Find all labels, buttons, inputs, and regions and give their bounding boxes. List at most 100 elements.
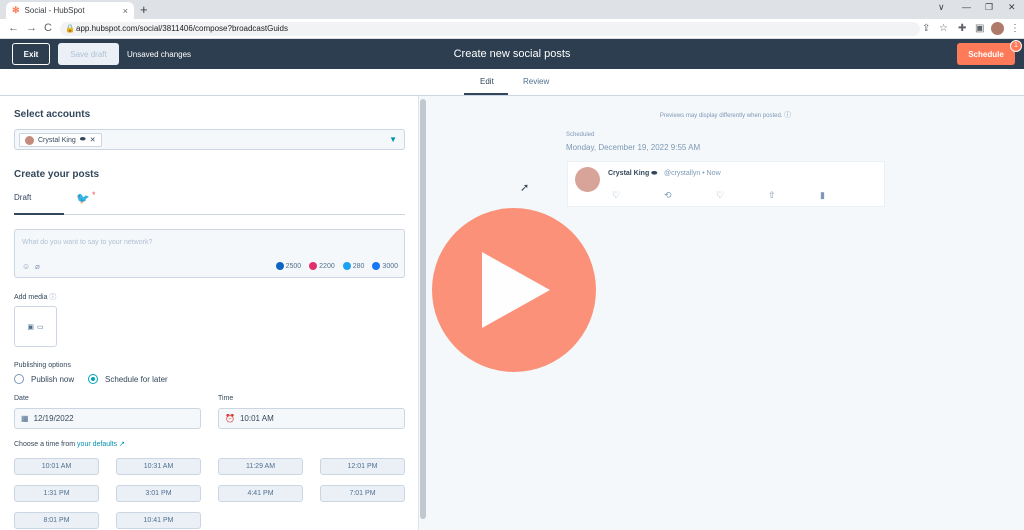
account-name: Crystal King <box>38 136 76 144</box>
tweet-author: Crystal King ⬬ <box>608 170 658 177</box>
preview-note: Previews may display differently when po… <box>659 112 792 119</box>
page-title: Create new social posts <box>453 48 571 60</box>
profile-avatar[interactable] <box>991 22 1004 35</box>
twitter-counter: 280 <box>342 262 364 270</box>
minimize-button[interactable]: — <box>962 2 971 12</box>
restore-button[interactable]: ❐ <box>985 2 993 13</box>
accounts-select[interactable]: Crystal King ⬬ ✕ ▼ <box>14 129 405 150</box>
publish-now-radio[interactable] <box>14 374 24 384</box>
time-chip[interactable]: 7:01 PM <box>320 485 405 502</box>
calendar-icon: ▦ <box>21 414 29 423</box>
twitter-icon[interactable]: 🐦 <box>76 192 90 205</box>
video-play-button[interactable] <box>432 208 596 372</box>
tweet-handle: @crystallyn • Now <box>664 170 721 177</box>
tab-close-icon[interactable]: × <box>123 6 128 16</box>
time-chip[interactable]: 10:31 AM <box>116 458 201 475</box>
view-tabs: Edit Review <box>0 69 1024 96</box>
instagram-counter: 2200 <box>309 262 335 270</box>
account-tag: Crystal King ⬬ ✕ <box>19 133 102 147</box>
linkedin-icon <box>275 262 284 270</box>
emoji-icon[interactable]: ☺ <box>22 262 30 271</box>
time-chip[interactable]: 10:01 AM <box>14 458 99 475</box>
composer-header: Exit Save draft Unsaved changes Create n… <box>0 39 1024 69</box>
browser-toolbar: ← → C 🔒 app.hubspot.com/social/3811406/c… <box>0 19 1024 39</box>
play-icon <box>482 252 550 328</box>
reply-icon: ♡ <box>612 190 621 200</box>
address-bar[interactable]: 🔒 app.hubspot.com/social/3811406/compose… <box>60 22 920 36</box>
date-label: Date <box>14 395 29 402</box>
editor-scrollbar[interactable] <box>418 96 427 530</box>
post-tab-indicator <box>14 213 64 215</box>
schedule-later-label[interactable]: Schedule for later <box>105 375 168 384</box>
time-chip[interactable]: 12:01 PM <box>320 458 405 475</box>
schedule-button[interactable]: Schedule <box>957 43 1015 65</box>
defaults-hint: Choose a time from your defaults ↗ <box>14 441 125 448</box>
time-chip[interactable]: 1:31 PM <box>14 485 99 502</box>
date-value: 12/19/2022 <box>33 414 74 423</box>
instagram-icon <box>309 262 318 270</box>
chevron-down-icon[interactable]: ▼ <box>389 135 397 144</box>
clock-icon: ⏰ <box>225 414 235 423</box>
post-tabs-divider <box>14 214 405 215</box>
reload-button[interactable]: C <box>44 22 52 34</box>
time-chip[interactable]: 10:41 PM <box>116 512 201 529</box>
publish-now-label[interactable]: Publish now <box>31 375 74 384</box>
active-tab-indicator <box>464 93 508 95</box>
date-field[interactable]: ▦ 12/19/2022 <box>14 408 201 429</box>
like-icon: ♡ <box>716 190 725 200</box>
new-tab-button[interactable]: + <box>140 2 148 17</box>
tab-search-icon[interactable]: ∨ <box>938 2 945 13</box>
tab-draft[interactable]: Draft <box>14 193 31 202</box>
time-label: Time <box>218 395 234 402</box>
schedule-later-radio[interactable] <box>88 374 98 384</box>
time-chip[interactable]: 3:01 PM <box>116 485 201 502</box>
bookmark-star-icon[interactable]: ☆ <box>939 23 948 34</box>
share-icon[interactable]: ⇪ <box>922 23 930 34</box>
browser-tab[interactable]: ✻ Social - HubSpot × <box>6 2 134 19</box>
side-panel-icon[interactable]: ▣ <box>975 23 984 34</box>
linkedin-counter: 2500 <box>275 262 301 270</box>
time-field[interactable]: ⏰ 10:01 AM <box>218 408 405 429</box>
retweet-icon: ⟲ <box>664 190 672 200</box>
twitter-counter-icon <box>342 262 351 270</box>
chrome-menu-icon[interactable]: ⋮ <box>1010 23 1020 34</box>
lock-icon: 🔒 <box>65 24 75 33</box>
select-accounts-heading: Select accounts <box>14 109 91 120</box>
post-compose-box[interactable]: What do you want to say to your network?… <box>14 229 405 278</box>
attachment-icon[interactable]: ⌀ <box>35 262 40 271</box>
analytics-icon: ▮ <box>820 190 825 200</box>
scrollbar-thumb[interactable] <box>420 99 426 519</box>
tab-edit[interactable]: Edit <box>480 77 494 86</box>
editor-panel: Select accounts Crystal King ⬬ ✕ ▼ Creat… <box>0 96 418 530</box>
facebook-icon <box>372 262 381 270</box>
scheduled-label: Scheduled <box>566 132 595 138</box>
image-icon: ▣ <box>27 323 34 331</box>
tab-review[interactable]: Review <box>523 77 549 86</box>
verified-icon: ⬬ <box>79 136 86 143</box>
publishing-options-label: Publishing options <box>14 362 71 369</box>
tweet-verified-icon: ⬬ <box>651 170 658 177</box>
add-media-button[interactable]: ▣ ▭ <box>14 306 57 347</box>
time-chip[interactable]: 4:41 PM <box>218 485 303 502</box>
extensions-icon[interactable]: ✚ <box>958 23 966 34</box>
tweet-preview: Crystal King ⬬ @crystallyn • Now ♡ ⟲ ♡ ⇧… <box>567 161 885 207</box>
close-window-button[interactable]: ✕ <box>1008 2 1016 13</box>
time-value: 10:01 AM <box>239 414 274 423</box>
character-counters: 2500 2200 280 3000 <box>275 262 398 270</box>
external-link-icon: ↗ <box>119 441 125 448</box>
remove-account-icon[interactable]: ✕ <box>90 136 96 144</box>
scheduled-date: Monday, December 19, 2022 9:55 AM <box>566 143 701 152</box>
create-posts-heading: Create your posts <box>14 169 100 180</box>
tweet-avatar <box>575 167 600 192</box>
your-defaults-link[interactable]: your defaults <box>77 441 117 448</box>
back-button[interactable]: ← <box>8 22 19 34</box>
mouse-cursor-icon: ➚ <box>520 182 530 194</box>
add-media-label: Add media ⓘ <box>14 294 57 301</box>
forward-button[interactable]: → <box>26 22 37 34</box>
time-chip[interactable]: 11:29 AM <box>218 458 303 475</box>
info-icon[interactable]: ⓘ <box>49 294 56 301</box>
preview-info-icon[interactable]: ⓘ <box>784 112 791 119</box>
browser-tab-title: Social - HubSpot <box>24 6 85 15</box>
account-avatar <box>25 135 34 145</box>
time-chip[interactable]: 8:01 PM <box>14 512 99 529</box>
